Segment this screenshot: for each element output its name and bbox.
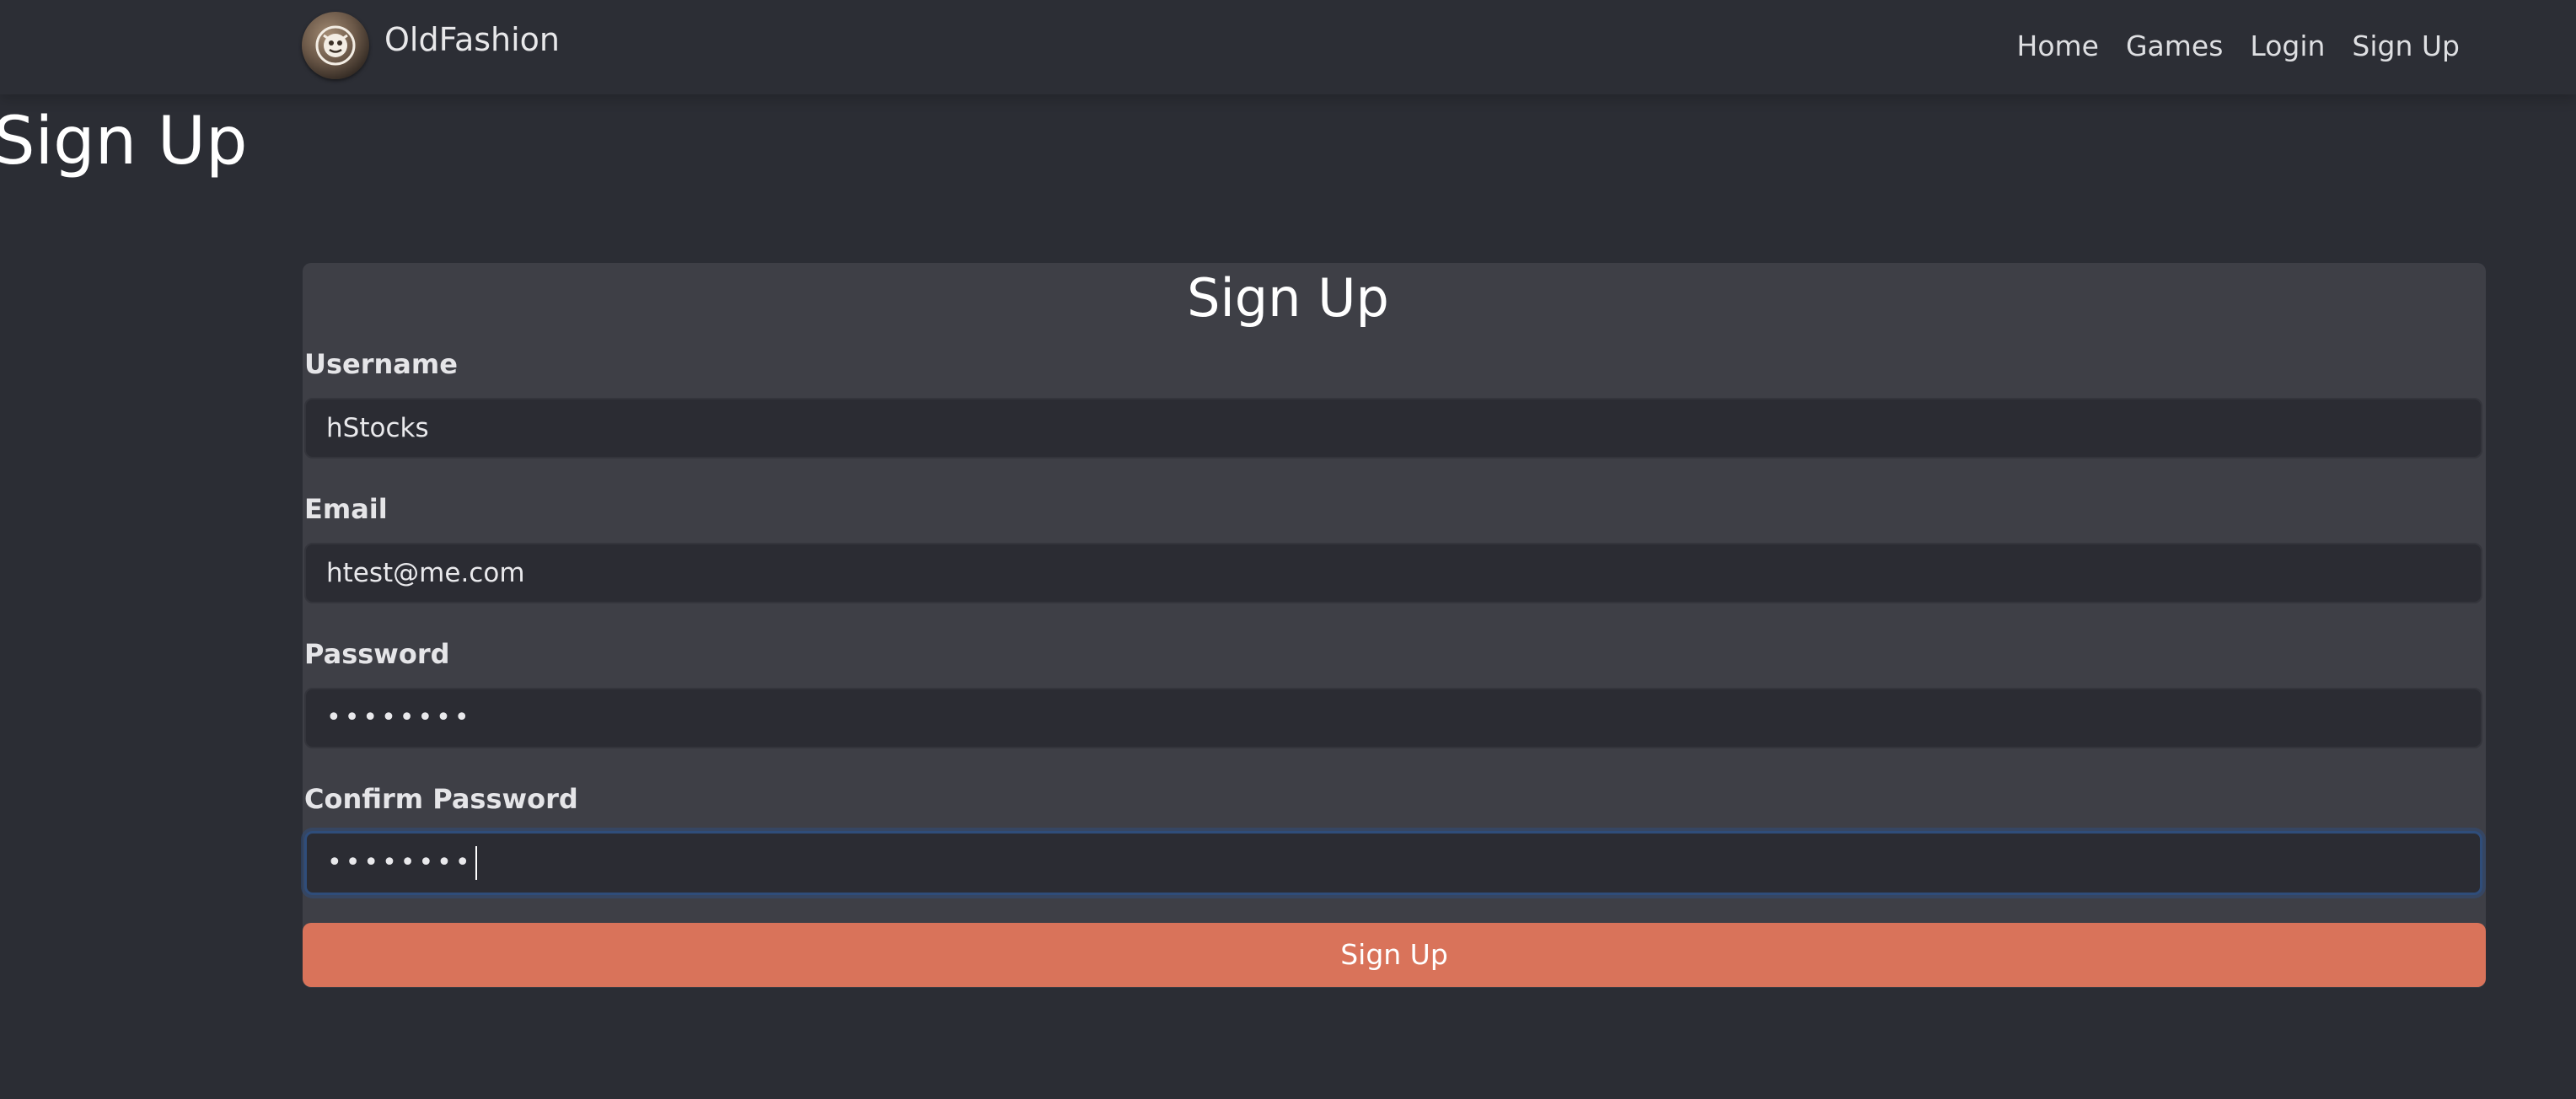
nav-link-games[interactable]: Games — [2112, 25, 2236, 67]
email-input[interactable]: htest@me.com — [304, 543, 2482, 603]
nav-links: Home Games Login Sign Up — [2004, 25, 2474, 67]
form-title: Sign Up — [1187, 267, 1389, 329]
nav-link-login[interactable]: Login — [2236, 25, 2338, 67]
page-title: Sign Up — [0, 104, 248, 180]
email-label: Email — [304, 493, 388, 525]
password-input[interactable]: •••••••• — [304, 688, 2482, 748]
brand-name: OldFashion — [384, 21, 561, 58]
top-navbar: OldFashion Home Games Login Sign Up — [0, 0, 2576, 94]
confirm-password-value: •••••••• — [327, 848, 474, 877]
nav-link-signup[interactable]: Sign Up — [2338, 25, 2473, 67]
username-label: Username — [304, 348, 458, 380]
oldfashion-logo-icon — [302, 12, 369, 79]
username-input[interactable]: hStocks — [304, 398, 2482, 458]
confirm-password-input[interactable]: •••••••• — [304, 831, 2482, 895]
confirm-password-label: Confirm Password — [304, 783, 578, 815]
email-value: htest@me.com — [326, 558, 525, 588]
sign-up-button[interactable]: Sign Up — [303, 923, 2486, 987]
username-value: hStocks — [326, 413, 429, 443]
nav-link-home[interactable]: Home — [2004, 25, 2112, 67]
brand-link[interactable]: OldFashion — [302, 10, 560, 81]
password-value: •••••••• — [326, 703, 473, 732]
password-label: Password — [304, 638, 450, 670]
text-caret — [475, 846, 477, 880]
